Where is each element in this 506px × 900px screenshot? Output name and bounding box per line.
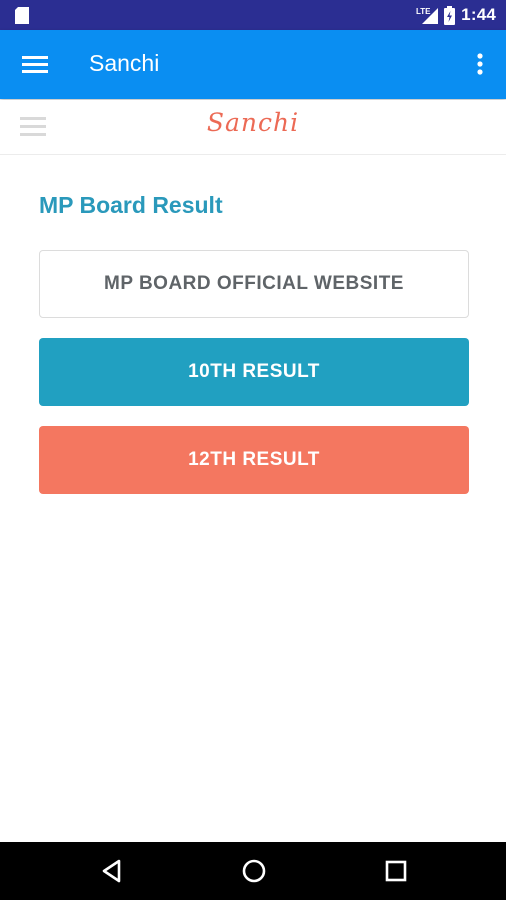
navigation-bar <box>0 842 506 900</box>
clock-time: 1:44 <box>461 5 496 24</box>
more-vertical-icon[interactable] <box>474 50 486 80</box>
12th-result-button[interactable]: 12TH RESULT <box>39 426 469 494</box>
site-logo[interactable]: Sanchi <box>0 108 506 137</box>
recents-square-icon[interactable] <box>381 856 411 886</box>
hamburger-menu-icon[interactable] <box>22 52 48 76</box>
web-header: Sanchi <box>0 100 506 155</box>
status-bar: LTE 1:44 <box>0 0 506 30</box>
home-circle-icon[interactable] <box>239 856 269 886</box>
section-title: MP Board Result <box>39 192 223 218</box>
back-triangle-icon[interactable] <box>97 856 127 886</box>
10th-result-button[interactable]: 10TH RESULT <box>39 338 469 406</box>
app-bar: Sanchi <box>0 30 506 99</box>
sd-card-icon <box>15 7 29 24</box>
main-content: MP Board Result MP BOARD OFFICIAL WEBSIT… <box>39 190 469 494</box>
app-title: Sanchi <box>89 50 160 76</box>
svg-text:LTE: LTE <box>416 7 431 16</box>
battery-charging-icon <box>444 5 456 25</box>
official-website-button[interactable]: MP BOARD OFFICIAL WEBSITE <box>39 250 469 318</box>
lte-signal-icon: LTE <box>416 7 439 24</box>
